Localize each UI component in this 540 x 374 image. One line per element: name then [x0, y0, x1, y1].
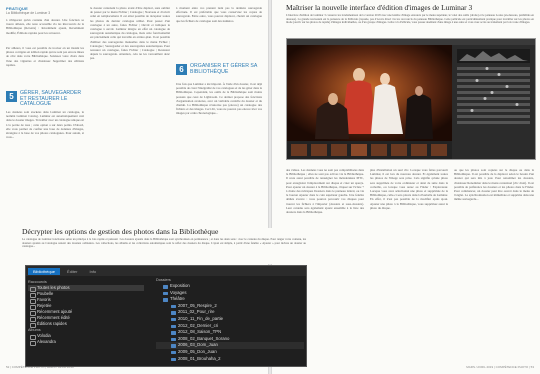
feature-title: Maîtriser la nouvelle interface d'éditio… [286, 3, 473, 12]
folder-icon [171, 337, 176, 342]
folder-label: Théâtre [170, 296, 185, 302]
folder-icon [171, 357, 176, 362]
albums-header: Albums [28, 328, 41, 332]
folders-tree: Dossiers Exposition Voyages Théâtre 2007… [156, 277, 304, 362]
folder-item[interactable]: Théâtre [156, 296, 304, 303]
folder-icon [171, 344, 176, 348]
right-page: Maîtriser la nouvelle interface d'éditio… [272, 0, 540, 374]
shortcut-label: Récemment édité [37, 315, 70, 320]
editor-illustration [287, 39, 535, 159]
folder-label: 2012_02_Dernier_cri [178, 322, 219, 328]
folder-item[interactable]: Voyages [156, 290, 304, 297]
folder-item[interactable]: 2007_05_Respire_2 [156, 303, 304, 310]
folder-item[interactable]: 2012_02_Dernier_cri [156, 323, 304, 330]
shortcut-label: Récemment ajouté [37, 309, 73, 314]
album-icon [30, 340, 36, 346]
folder-icon [171, 324, 176, 329]
folder-item[interactable]: 2008_02_Banquet_Sorano [156, 336, 304, 343]
shortcut-label: Toutes les photos [37, 285, 70, 290]
tab-bibliotheque[interactable]: Bibliothèque [28, 267, 61, 275]
tab-info[interactable]: Info [84, 268, 101, 275]
raccourcis-header: Raccourcis [28, 280, 47, 284]
folder-icon [171, 304, 176, 309]
tab-editer[interactable]: Éditer [62, 268, 82, 275]
folder-label: 2008_01_Brouhaha_2 [178, 355, 221, 361]
folder-icon [163, 291, 168, 296]
catalog-tabs: Bibliothèque Éditer Info [26, 266, 306, 276]
folder-label: 2012_08_Saison_TPN [178, 329, 222, 335]
folder-icon [171, 350, 176, 355]
section-5-heading: 5 Gérer, sauvegarder et restaurer le cat… [6, 90, 84, 108]
folder-label: 2011_02_Pour_rire [178, 309, 215, 315]
box-header: Décrypter les options de gestion des pho… [22, 227, 306, 264]
col2-text: le dossier contenant la photo avant d'êt… [90, 6, 170, 61]
folder-item[interactable]: 2008_01_Brouhaha_2 [156, 356, 304, 363]
catalog-panel-screenshot: Bibliothèque Éditer Info Raccourcis Tout… [25, 265, 307, 367]
folder-label: 2006_03_Dom_Juan [178, 342, 218, 348]
col1-bottom-text: Les données sont stockées dans Luminar u… [6, 110, 84, 140]
right-col2-text: plus d'installation un seul clic. Lorsqu… [370, 168, 448, 210]
folder-label: Voyages [170, 289, 187, 295]
shortcut-item[interactable]: Éditions rapides [28, 321, 144, 328]
col3-bottom-text: Une fois que Luminar a été importé. À l'… [176, 82, 262, 116]
section-title: Gérer, sauvegarder et restaurer le catal… [20, 90, 82, 108]
lightning-icon [30, 322, 36, 328]
box-text: Le catalogue de Luminar fonctionne selon… [22, 238, 306, 249]
folder-item[interactable]: 2012_08_Saison_TPN [156, 329, 304, 336]
album-item[interactable]: Alexandra [28, 339, 144, 346]
folder-icon [171, 331, 176, 335]
right-col3-text: ou que les photos sont copiées sur le di… [454, 168, 534, 202]
right-footer: MARS / AVRIL 2019 | COMPÉTENCE PHOTO | 5… [466, 365, 534, 369]
folder-item[interactable]: Exposition [156, 283, 304, 290]
section-title: Organiser et gérer sa bibliothèque [190, 63, 258, 75]
section-6-heading: 6 Organiser et gérer sa bibliothèque [176, 63, 262, 75]
folder-item[interactable]: 2009_05_Don_Juan [156, 349, 304, 356]
folder-icon [171, 317, 176, 322]
kicker-subtitle: La Bibliothèque de Luminar 3 [6, 11, 51, 15]
folder-label: 2010_11_Fin_de_partie [178, 315, 224, 321]
shortcut-label: Éditions rapides [37, 321, 67, 326]
folder-icon [163, 285, 168, 289]
folder-item[interactable]: 2011_02_Pour_rire [156, 309, 304, 316]
folder-item[interactable]: 2010_11_Fin_de_partie [156, 316, 304, 323]
folder-item[interactable]: 2006_03_Dom_Juan [156, 342, 304, 349]
section-number: 6 [176, 64, 187, 75]
section-number: 5 [6, 91, 17, 102]
album-label: Volodia [37, 333, 51, 338]
box-title: Décrypter les options de gestion des pho… [22, 227, 219, 236]
folder-label: Exposition [170, 283, 190, 288]
feature-intro: L'interface d'édition de Luminar 3 conse… [286, 14, 534, 25]
luminar-editor-screenshot [286, 38, 536, 160]
folder-label: 2008_02_Banquet_Sorano [178, 335, 230, 341]
folder-label: 2009_05_Don_Juan [178, 348, 217, 354]
shortcut-label: Rejetée [37, 303, 52, 308]
folder-icon [163, 298, 168, 302]
folder-label: 2007_05_Respire_2 [178, 302, 217, 308]
shortcut-label: Poubelle [37, 291, 54, 296]
folder-icon [171, 311, 176, 315]
col1-mid-text: Par ailleurs, il vous est possible de tr… [6, 46, 84, 67]
col3-top-text: à moment entre vos prenant tient pas la … [176, 6, 262, 23]
album-label: Alexandra [37, 339, 56, 344]
shortcuts-tree: Raccourcis Toutes les photos Poubelle Fa… [28, 279, 144, 346]
shortcut-label: Favoris [37, 297, 51, 302]
